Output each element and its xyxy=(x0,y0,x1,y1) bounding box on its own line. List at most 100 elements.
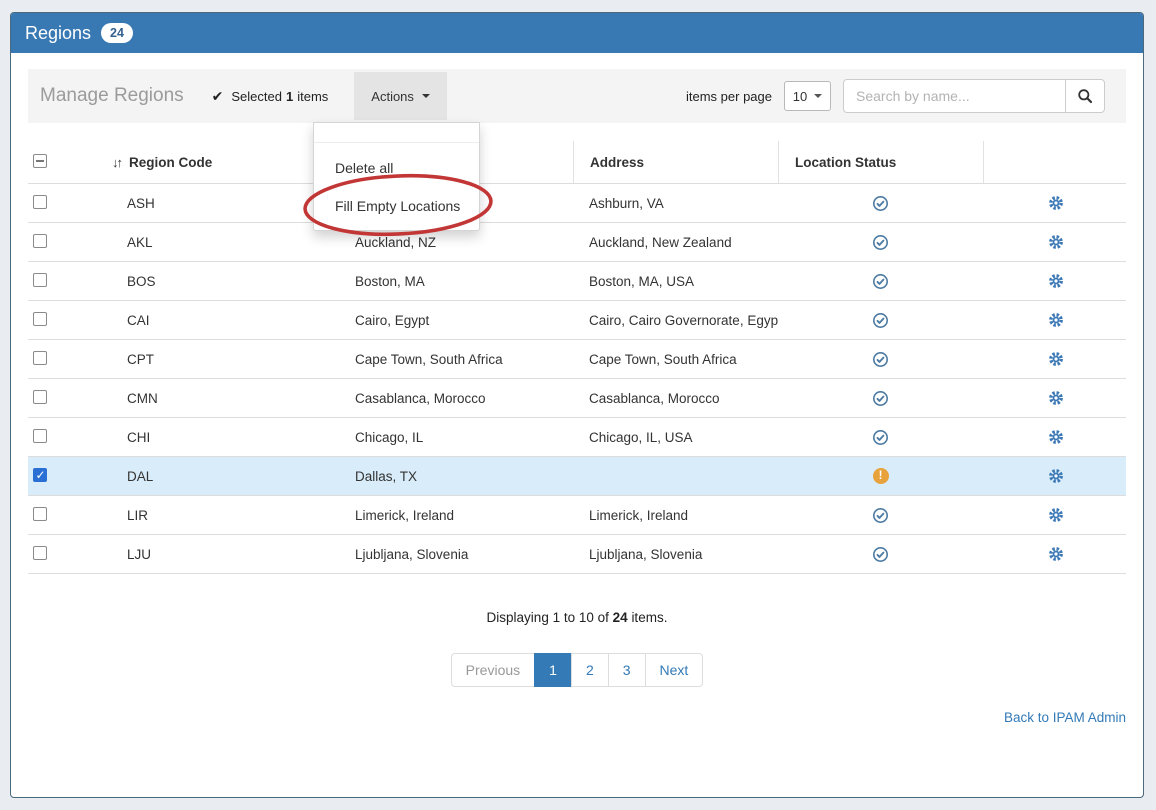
table-row[interactable]: AKLAuckland, NZAuckland, New Zealand xyxy=(28,222,1126,261)
table-row[interactable]: CPTCape Town, South AfricaCape Town, Sou… xyxy=(28,339,1126,378)
cell-address: Ljubljana, Slovenia xyxy=(573,547,778,562)
menu-item-fill-empty-locations[interactable]: Fill Empty Locations xyxy=(314,187,479,225)
cell-name: Dallas, TX xyxy=(340,469,573,484)
status-ok-icon xyxy=(778,234,983,251)
row-settings-button[interactable] xyxy=(983,507,1128,523)
table-row[interactable]: CMNCasablanca, MoroccoCasablanca, Morocc… xyxy=(28,378,1126,417)
caret-down-icon xyxy=(814,94,822,98)
page-title: Regions xyxy=(25,23,91,44)
cell-name: Limerick, Ireland xyxy=(340,508,573,523)
cell-region-code: BOS xyxy=(100,274,340,289)
search-button[interactable] xyxy=(1065,79,1105,113)
cell-region-code: LIR xyxy=(100,508,340,523)
selected-suffix: items xyxy=(297,89,328,104)
row-checkbox[interactable] xyxy=(28,546,100,563)
row-settings-button[interactable] xyxy=(983,468,1128,484)
row-settings-button[interactable] xyxy=(983,546,1128,562)
cell-address: Chicago, IL, USA xyxy=(573,430,778,445)
pagination: Previous123Next xyxy=(28,653,1126,687)
search-input[interactable] xyxy=(843,79,1066,113)
select-all-checkbox[interactable] xyxy=(28,154,100,171)
cell-region-code: ASH xyxy=(100,196,340,211)
pagination-previous[interactable]: Previous xyxy=(451,653,535,687)
sort-icon: ↓↑ xyxy=(112,155,121,170)
row-checkbox[interactable] xyxy=(28,429,100,446)
status-ok-icon xyxy=(778,195,983,212)
toolbar-title: Manage Regions xyxy=(40,85,184,107)
row-settings-button[interactable] xyxy=(983,312,1128,328)
search-group xyxy=(843,79,1105,113)
cell-address: Limerick, Ireland xyxy=(573,508,778,523)
row-checkbox[interactable] xyxy=(28,390,100,407)
row-settings-button[interactable] xyxy=(983,429,1128,445)
toolbar: Manage Regions ✔ Selected 1 items Action… xyxy=(28,69,1126,123)
row-checkbox[interactable] xyxy=(28,507,100,524)
gear-icon xyxy=(1048,195,1064,211)
actions-dropdown-menu: Delete allFill Empty Locations xyxy=(313,122,480,231)
row-checkbox[interactable] xyxy=(28,351,100,368)
cell-region-code: AKL xyxy=(100,235,340,250)
gear-icon xyxy=(1048,234,1064,250)
row-settings-button[interactable] xyxy=(983,273,1128,289)
column-header-region-code[interactable]: ↓↑ Region Code xyxy=(100,155,340,170)
cell-address: Cairo, Cairo Governorate, Egypt xyxy=(573,313,778,328)
row-settings-button[interactable] xyxy=(983,351,1128,367)
displaying-total: 24 xyxy=(613,610,628,625)
row-settings-button[interactable] xyxy=(983,390,1128,406)
row-settings-button[interactable] xyxy=(983,234,1128,250)
back-to-ipam-admin-link[interactable]: Back to IPAM Admin xyxy=(1004,710,1126,725)
status-ok-icon xyxy=(778,429,983,446)
menu-item-blank[interactable] xyxy=(314,128,479,139)
caret-down-icon xyxy=(422,94,430,98)
cell-name: Cairo, Egypt xyxy=(340,313,573,328)
table-row[interactable]: LJULjubljana, SloveniaLjubljana, Sloveni… xyxy=(28,534,1126,573)
pagination-page-2[interactable]: 2 xyxy=(571,653,609,687)
gear-icon xyxy=(1048,351,1064,367)
table-row[interactable]: CAICairo, EgyptCairo, Cairo Governorate,… xyxy=(28,300,1126,339)
row-checkbox[interactable] xyxy=(28,273,100,290)
total-count-badge: 24 xyxy=(101,23,133,43)
cell-address: Cape Town, South Africa xyxy=(573,352,778,367)
menu-divider xyxy=(314,142,479,143)
actions-button[interactable]: Actions xyxy=(354,72,447,120)
page-size-select[interactable]: 10 xyxy=(784,81,831,111)
regions-panel: Regions 24 Manage Regions ✔ Selected 1 i… xyxy=(10,12,1144,798)
search-icon xyxy=(1077,88,1093,104)
items-per-page-label: items per page xyxy=(686,89,772,104)
table-row[interactable]: DALDallas, TX! xyxy=(28,456,1126,495)
table-header-row: ↓↑ Region Code Address Location Status xyxy=(28,141,1126,183)
regions-table: ↓↑ Region Code Address Location Status A… xyxy=(28,141,1126,574)
pagination-next[interactable]: Next xyxy=(645,653,704,687)
cell-region-code: CPT xyxy=(100,352,340,367)
gear-icon xyxy=(1048,390,1064,406)
cell-name: Chicago, IL xyxy=(340,430,573,445)
selected-prefix: Selected xyxy=(231,89,282,104)
table-body: ASHAshburn, VA AKLAuckland, NZAuckland, … xyxy=(28,183,1126,573)
page-size-value: 10 xyxy=(793,89,807,104)
table-row[interactable]: CHIChicago, ILChicago, IL, USA xyxy=(28,417,1126,456)
row-settings-button[interactable] xyxy=(983,195,1128,211)
gear-icon xyxy=(1048,429,1064,445)
displaying-summary: Displaying 1 to 10 of 24 items. xyxy=(28,610,1126,625)
pagination-page-3[interactable]: 3 xyxy=(608,653,646,687)
row-checkbox[interactable] xyxy=(28,468,100,485)
row-checkbox[interactable] xyxy=(28,234,100,251)
row-checkbox[interactable] xyxy=(28,195,100,212)
gear-icon xyxy=(1048,273,1064,289)
table-row[interactable]: BOSBoston, MABoston, MA, USA xyxy=(28,261,1126,300)
menu-item-delete-all[interactable]: Delete all xyxy=(314,149,479,187)
pagination-page-1[interactable]: 1 xyxy=(534,653,572,687)
cell-region-code: CAI xyxy=(100,313,340,328)
gear-icon xyxy=(1048,468,1064,484)
selected-summary: ✔ Selected 1 items xyxy=(212,88,329,105)
cell-region-code: LJU xyxy=(100,547,340,562)
table-row[interactable]: ASHAshburn, VA xyxy=(28,183,1126,222)
status-ok-icon xyxy=(778,312,983,329)
row-checkbox[interactable] xyxy=(28,312,100,329)
gear-icon xyxy=(1048,507,1064,523)
table-row[interactable]: LIRLimerick, IrelandLimerick, Ireland xyxy=(28,495,1126,534)
gear-icon xyxy=(1048,312,1064,328)
status-warning-icon: ! xyxy=(778,468,983,484)
column-header-location-status: Location Status xyxy=(778,141,983,183)
cell-name: Casablanca, Morocco xyxy=(340,391,573,406)
